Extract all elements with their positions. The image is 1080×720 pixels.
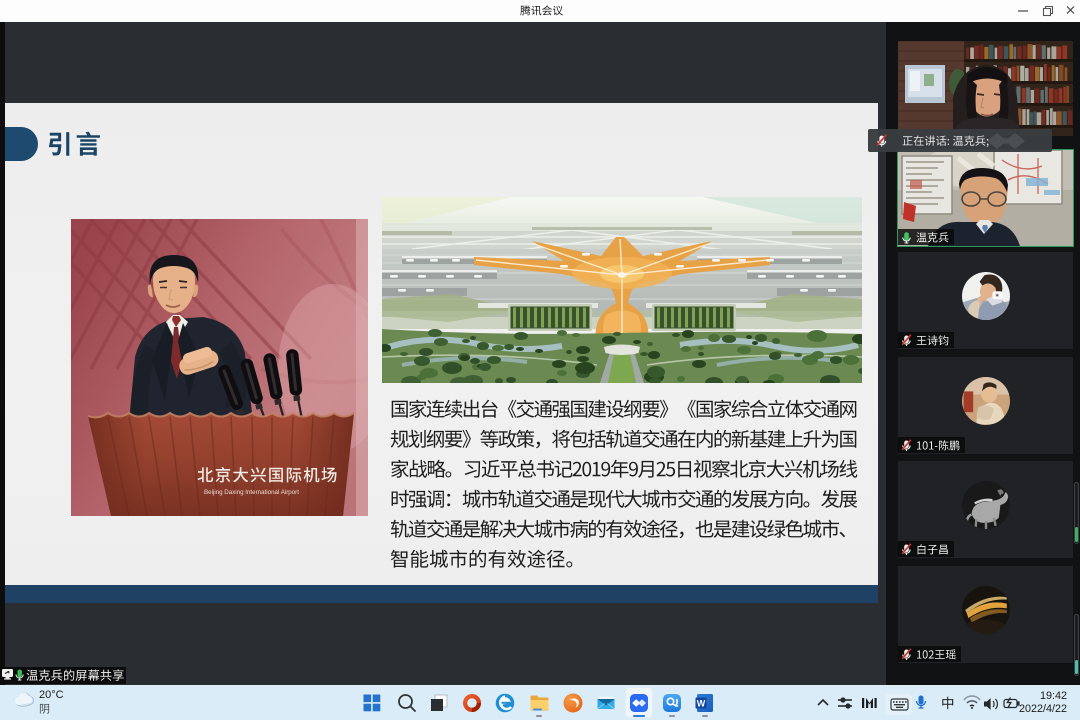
svg-text:W: W	[696, 699, 705, 709]
svg-text:Beijing Daxing International A: Beijing Daxing International Airport	[204, 489, 299, 496]
